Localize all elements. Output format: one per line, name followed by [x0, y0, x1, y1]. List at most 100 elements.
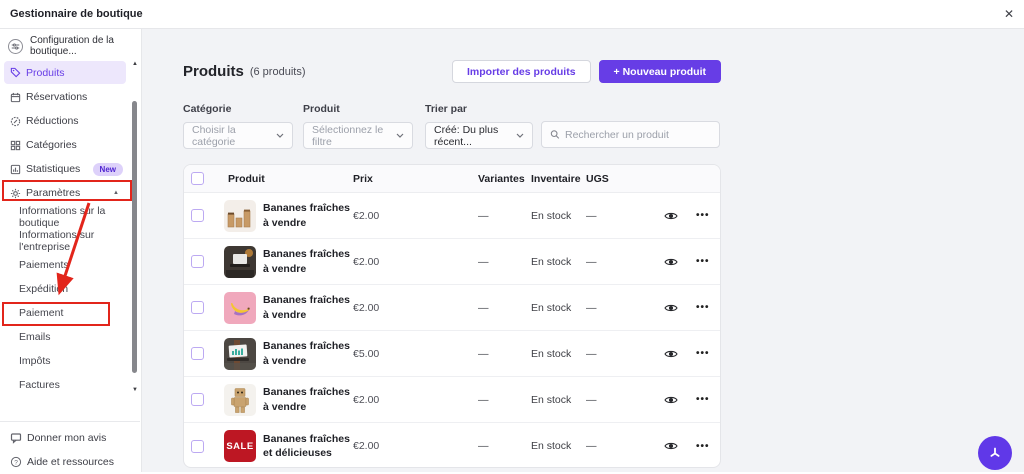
- product-filter-select[interactable]: Sélectionnez le filtre: [303, 122, 413, 149]
- inventory-status: En stock: [531, 210, 586, 222]
- sidebar-subitem-factures[interactable]: Factures: [0, 373, 141, 397]
- chat-button[interactable]: [978, 436, 1012, 470]
- speech-bubble-icon: [10, 432, 22, 444]
- collapse-caret-icon[interactable]: ▲: [113, 190, 119, 196]
- calendar-icon: [10, 92, 21, 103]
- sort-select[interactable]: Créé: Du plus récent...: [425, 122, 533, 149]
- sidebar-subitem-emails[interactable]: Emails: [0, 325, 141, 349]
- sidebar-nav: Produits Réservations Réductions Catégor…: [0, 61, 141, 397]
- row-menu-button[interactable]: •••: [696, 256, 721, 267]
- scroll-up-icon[interactable]: ▲: [130, 61, 140, 67]
- header-inventory: Inventaire: [531, 173, 586, 185]
- view-product-button[interactable]: [662, 253, 680, 271]
- page-header: Produits (6 produits) Importer des produ…: [183, 60, 721, 83]
- sidebar-item-label: Catégories: [26, 139, 77, 151]
- product-price: €2.00: [353, 210, 478, 222]
- sidebar-item-reservations[interactable]: Réservations: [0, 85, 141, 109]
- row-menu-button[interactable]: •••: [696, 348, 721, 359]
- sidebar-item-reductions[interactable]: Réductions: [0, 109, 141, 133]
- sidebar-item-categories[interactable]: Catégories: [0, 133, 141, 157]
- sidebar-item-label: Statistiques: [26, 163, 80, 175]
- chevron-down-icon: [276, 133, 284, 138]
- sidebar-item-parametres[interactable]: Paramètres ▲: [0, 181, 141, 205]
- eye-icon: [664, 211, 678, 221]
- row-menu-button[interactable]: •••: [696, 210, 721, 221]
- close-icon[interactable]: ✕: [1004, 8, 1014, 20]
- category-select[interactable]: Choisir la catégorie: [183, 122, 293, 149]
- view-product-button[interactable]: [662, 437, 680, 455]
- product-thumbnail: [224, 338, 256, 370]
- product-price: €2.00: [353, 440, 478, 452]
- product-price: €5.00: [353, 348, 478, 360]
- inventory-status: En stock: [531, 348, 586, 360]
- product-search: [541, 121, 720, 148]
- store-configuration-link[interactable]: Configuration de la boutique...: [0, 35, 141, 57]
- filters-bar: Catégorie Choisir la catégorie Produit S…: [183, 103, 721, 149]
- svg-text:?: ?: [14, 459, 18, 466]
- sidebar-item-statistiques[interactable]: Statistiques New: [0, 157, 141, 181]
- row-checkbox[interactable]: [191, 440, 204, 453]
- header-product: Produit: [221, 173, 353, 185]
- sidebar-subitem-expedition[interactable]: Expédition: [0, 277, 141, 301]
- view-product-button[interactable]: [662, 391, 680, 409]
- table-row: Bananes fraîches à vendre €2.00 — En sto…: [184, 377, 720, 423]
- product-thumbnail: [224, 246, 256, 278]
- chevron-down-icon: [516, 133, 524, 138]
- row-menu-button[interactable]: •••: [696, 302, 721, 313]
- main-content: Produits (6 produits) Importer des produ…: [142, 29, 1024, 472]
- table-row: Bananes fraîches à vendre €2.00 — En sto…: [184, 239, 720, 285]
- product-price: €2.00: [353, 394, 478, 406]
- sidebar-subitem-impots[interactable]: Impôts: [0, 349, 141, 373]
- table-row: Bananes fraîches à vendre €2.00 — En sto…: [184, 193, 720, 239]
- view-product-button[interactable]: [662, 345, 680, 363]
- search-input[interactable]: [565, 129, 711, 141]
- eye-icon: [664, 395, 678, 405]
- sale-label: SALE: [226, 441, 253, 452]
- grid-icon: [10, 140, 21, 151]
- product-price: €2.00: [353, 256, 478, 268]
- sort-filter-label: Trier par: [425, 103, 533, 115]
- table-row: Bananes fraîches à vendre €5.00 — En sto…: [184, 331, 720, 377]
- row-menu-button[interactable]: •••: [696, 441, 721, 452]
- row-checkbox[interactable]: [191, 393, 204, 406]
- search-icon: [550, 129, 560, 140]
- sidebar-item-label: Produits: [26, 67, 65, 79]
- row-checkbox[interactable]: [191, 209, 204, 222]
- inventory-status: En stock: [531, 440, 586, 452]
- view-product-button[interactable]: [662, 299, 680, 317]
- eye-icon: [664, 257, 678, 267]
- import-products-button[interactable]: Importer des produits: [452, 60, 591, 83]
- feedback-link[interactable]: Donner mon avis: [0, 426, 140, 450]
- sidebar-subitem-paiements[interactable]: Paiements: [0, 253, 141, 277]
- help-link[interactable]: ? Aide et ressources: [0, 450, 140, 474]
- row-checkbox[interactable]: [191, 301, 204, 314]
- sidebar-item-label: Paramètres: [26, 187, 80, 199]
- row-checkbox[interactable]: [191, 347, 204, 360]
- row-checkbox[interactable]: [191, 255, 204, 268]
- sidebar-subitem-paiement[interactable]: Paiement: [0, 301, 141, 325]
- scroll-down-icon[interactable]: ▼: [130, 387, 140, 393]
- sidebar-item-label: Réservations: [26, 91, 87, 103]
- eye-icon: [664, 349, 678, 359]
- sidebar-footer: Donner mon avis ? Aide et ressources: [0, 421, 140, 472]
- product-count: (6 produits): [250, 66, 306, 78]
- header-sku: UGS: [586, 173, 662, 185]
- sidebar-item-produits[interactable]: Produits: [4, 61, 126, 84]
- new-product-button[interactable]: + Nouveau produit: [599, 60, 721, 83]
- inventory-status: En stock: [531, 394, 586, 406]
- product-name: Bananes fraîches à vendre: [263, 385, 351, 413]
- view-product-button[interactable]: [662, 207, 680, 225]
- product-price: €2.00: [353, 302, 478, 314]
- sidebar-scrollbar-thumb[interactable]: [132, 101, 137, 373]
- table-row: SALE Bananes fraîches et délicieuses €2.…: [184, 423, 720, 468]
- eye-icon: [664, 303, 678, 313]
- row-menu-button[interactable]: •••: [696, 394, 721, 405]
- bar-chart-icon: [10, 164, 21, 175]
- product-name: Bananes fraîches et délicieuses: [263, 432, 351, 460]
- sidebar-subitem-informations-boutique[interactable]: Informations sur la boutique: [0, 205, 141, 229]
- select-all-checkbox[interactable]: [191, 172, 204, 185]
- sidebar-subitem-informations-entreprise[interactable]: Informations sur l'entreprise: [0, 229, 141, 253]
- table-header: Produit Prix Variantes Inventaire UGS: [184, 165, 720, 193]
- product-thumbnail: [224, 200, 256, 232]
- gear-icon: [10, 188, 21, 199]
